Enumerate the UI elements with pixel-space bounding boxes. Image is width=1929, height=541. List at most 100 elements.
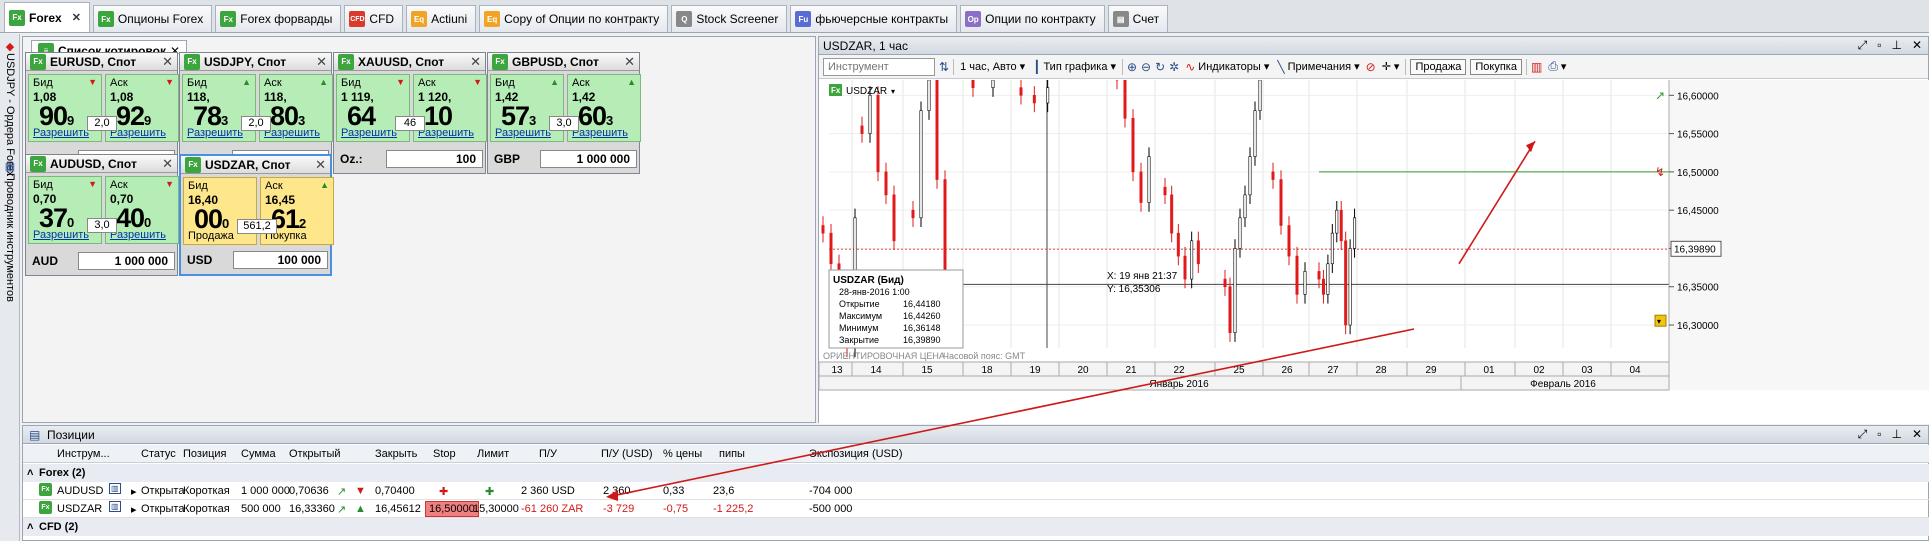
tab-0[interactable]: Fx Forex ✕ [4, 2, 90, 32]
column-header[interactable]: П/У [539, 448, 557, 460]
print-dropdown[interactable]: ⎙ ▾ [1546, 59, 1568, 74]
tab-1[interactable]: Fx Опционы Forex [92, 5, 213, 32]
table-row[interactable]: Fx AUDUSD ▥ ▸ Открыта Короткая 1 000 000 0,7063… [23, 482, 1929, 500]
group-row[interactable]: ˄ Forex (2) [23, 464, 1929, 482]
tab-3[interactable]: CFD CFD [344, 5, 404, 32]
quote-tile[interactable]: Fx XAUUSD, Спот ✕ Бид ▼ 1 119, 64 Разрешить Аск ▼… [333, 52, 487, 174]
ask-action[interactable]: Разрешить [418, 127, 474, 139]
ask-action[interactable]: Разрешить [110, 229, 166, 241]
ask-price-box[interactable]: Аск ▲ 118, 803 Разрешить [259, 74, 333, 142]
quote-tile[interactable]: Fx USDZAR, Спот ✕ Бид 16,40 000 Продажа Аск ▲ 16,… [179, 154, 334, 276]
compare-icon[interactable]: ⇅ [939, 60, 949, 74]
ask-price-box[interactable]: Аск ▼ 1,08 929 Разрешить [105, 74, 179, 142]
column-header[interactable]: П/У (USD) [601, 448, 653, 460]
pin-icon[interactable]: ⊥ [1891, 38, 1901, 53]
column-header[interactable]: пипы [719, 448, 745, 460]
add-stop-icon[interactable]: ✚ [439, 485, 448, 498]
close-price[interactable]: 0,70400 [375, 485, 415, 497]
bid-action[interactable]: Разрешить [495, 127, 551, 139]
close-icon[interactable]: ✕ [316, 54, 327, 70]
amount-input[interactable]: 1 000 000 [78, 252, 175, 270]
quote-tile[interactable]: Fx GBPUSD, Спот ✕ Бид ▲ 1,42 573 Разрешить Аск ▲ 1… [487, 52, 641, 174]
column-header[interactable]: Статус [141, 448, 176, 460]
bid-price-box[interactable]: Бид ▼ 1,08 909 Разрешить [28, 74, 102, 142]
close-icon[interactable]: ✕ [315, 157, 326, 173]
refresh-icon[interactable]: ↻ [1155, 60, 1165, 74]
ask-price-box[interactable]: Аск ▼ 0,70 400 Разрешить [105, 176, 179, 244]
column-header[interactable]: Stop [433, 448, 456, 460]
side-tab-orders[interactable]: ◆ USDJPY - Ордера Forex [2, 40, 18, 176]
tab-5[interactable]: Eq Copy of Опции по контракту [479, 5, 669, 32]
instrument-input[interactable] [823, 57, 935, 76]
bid-price-box[interactable]: Бид ▼ 0,70 370 Разрешить [28, 176, 102, 244]
close-icon[interactable]: ✕ [1912, 38, 1922, 53]
zoom-out-icon[interactable]: ⊖ [1141, 60, 1151, 74]
float-icon[interactable]: ▫ [1877, 427, 1881, 442]
ask-price-box[interactable]: Аск ▲ 1,42 603 Разрешить [567, 74, 641, 142]
bid-action[interactable]: Разрешить [341, 127, 397, 139]
group-row[interactable]: ˄ CFD (2) [23, 518, 1929, 536]
symbol-badge[interactable]: Fx USDZAR ▾ [829, 84, 895, 97]
column-header[interactable]: Экспозиция (USD) [809, 448, 903, 460]
bid-price-box[interactable]: Бид ▲ 1,42 573 Разрешить [490, 74, 564, 142]
eraser-icon[interactable]: ⊘ [1366, 60, 1376, 74]
table-row[interactable]: Fx USDZAR ▥ ▸ Открыта Короткая 500 000 16,33360… [23, 500, 1929, 518]
column-header[interactable]: Позиция [183, 448, 227, 460]
chart-link-icon[interactable]: ▥ [109, 483, 121, 494]
bid-price-box[interactable]: Бид 16,40 000 Продажа [183, 177, 257, 245]
tab-2[interactable]: Fx Forex форварды [215, 5, 342, 32]
amount-input[interactable]: 100 [386, 150, 483, 168]
chart-image-icon[interactable]: ▥ [1531, 60, 1542, 74]
close-icon[interactable]: ✕ [72, 11, 81, 24]
crosshair-dropdown[interactable]: ✛ ▾ [1380, 60, 1402, 73]
amount-input[interactable]: 100 000 [233, 251, 328, 269]
chart-type-dropdown[interactable]: ┃ Тип графика ▾ [1031, 60, 1118, 74]
period-dropdown[interactable]: 1 час, Авто ▾ [958, 60, 1027, 74]
ask-action[interactable]: Разрешить [572, 127, 628, 139]
column-header[interactable]: Лимит [477, 448, 509, 460]
ask-price-box[interactable]: Аск ▲ 16,45 612 Покупка [260, 177, 334, 245]
notes-dropdown[interactable]: ╲ Примечания ▾ [1275, 60, 1361, 74]
bid-action[interactable]: Разрешить [33, 127, 89, 139]
column-header[interactable]: Открытый [289, 448, 341, 460]
pin-icon[interactable]: ⊥ [1891, 427, 1901, 442]
stop-value[interactable]: 16,50000 [425, 501, 479, 517]
column-header[interactable]: Закрыть [375, 448, 417, 460]
bid-action[interactable]: Разрешить [33, 229, 89, 241]
zoom-in-icon[interactable]: ⊕ [1127, 60, 1137, 74]
bid-price-box[interactable]: Бид ▲ 118, 783 Разрешить [182, 74, 256, 142]
tab-9[interactable]: ▤ Счет [1107, 5, 1169, 32]
tab-7[interactable]: Fu фьючерсные контракты [790, 5, 958, 32]
tab-4[interactable]: Eq Actiuni [406, 5, 477, 32]
expand-icon[interactable]: ▸ [131, 485, 137, 498]
side-tab-explorer[interactable]: ▦ Проводник инструментов [2, 160, 18, 302]
settings-icon[interactable]: ✲ [1169, 60, 1179, 74]
buy-button[interactable]: Покупка [1470, 58, 1522, 75]
tab-6[interactable]: Q Stock Screener [671, 5, 788, 32]
close-icon[interactable]: ✕ [162, 156, 173, 172]
expand-icon[interactable]: ⤢ [1858, 38, 1868, 53]
add-limit-icon[interactable]: ✚ [485, 485, 494, 498]
column-header[interactable]: Инструм... [57, 448, 110, 460]
column-header[interactable]: Сумма [241, 448, 276, 460]
float-icon[interactable]: ▫ [1877, 38, 1881, 53]
limit-value[interactable]: 15,30000 [473, 503, 519, 515]
column-header[interactable]: % цены [663, 448, 702, 460]
chart-link-icon[interactable]: ▥ [109, 501, 121, 512]
amount-input[interactable]: 1 000 000 [540, 150, 637, 168]
close-icon[interactable]: ✕ [1912, 427, 1922, 442]
ask-action[interactable]: Разрешить [110, 127, 166, 139]
expand-icon[interactable]: ▸ [131, 503, 137, 516]
close-icon[interactable]: ✕ [624, 54, 635, 70]
price-chart[interactable]: Fx USDZAR ▾ X: 19 янв 21:37 Y: 16,35306 USDZA… [819, 80, 1929, 424]
ask-price-box[interactable]: Аск ▼ 1 120, 10 Разрешить [413, 74, 487, 142]
bid-action[interactable]: Продажа [188, 230, 234, 242]
close-icon[interactable]: ✕ [470, 54, 481, 70]
quote-tile[interactable]: Fx AUDUSD, Спот ✕ Бид ▼ 0,70 370 Разрешить Аск ▼ 0… [25, 154, 179, 276]
bid-action[interactable]: Разрешить [187, 127, 243, 139]
ask-action[interactable]: Разрешить [264, 127, 320, 139]
close-icon[interactable]: ✕ [162, 54, 173, 70]
sell-button[interactable]: Продажа [1410, 58, 1467, 75]
expand-icon[interactable]: ⤢ [1858, 427, 1868, 442]
tab-8[interactable]: Op Опции по контракту [960, 5, 1105, 32]
